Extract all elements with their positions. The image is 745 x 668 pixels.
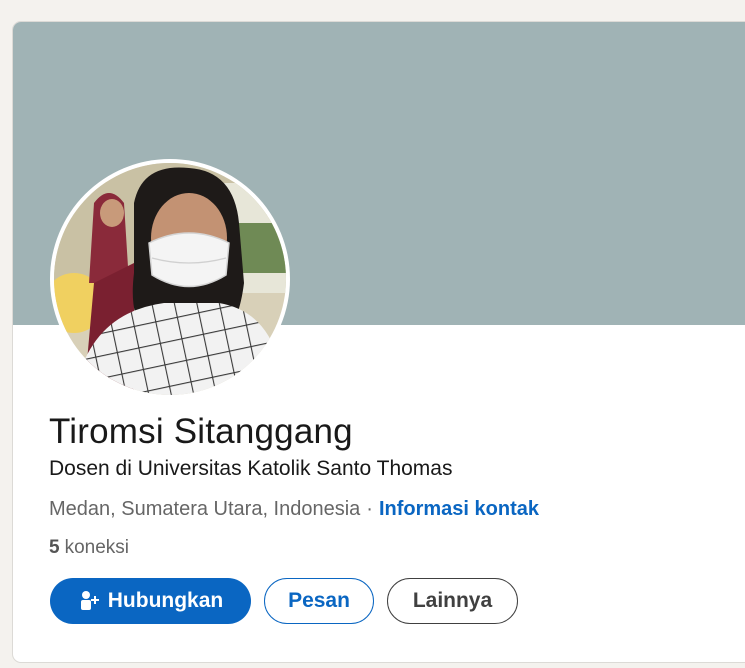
profile-location-line: Medan, Sumatera Utara, Indonesia · Informa… — [49, 498, 539, 521]
separator-dot: · — [366, 498, 373, 520]
person-add-icon — [78, 590, 100, 612]
message-button-label: Pesan — [288, 589, 350, 612]
connections-label: koneksi — [64, 537, 129, 558]
more-button-label: Lainnya — [412, 589, 493, 612]
profile-card: Tiromsi Sitanggang Dosen di Universitas … — [12, 21, 745, 663]
profile-headline: Dosen di Universitas Katolik Santo Thoma… — [49, 457, 453, 480]
connect-button-label: Hubungkan — [107, 589, 224, 612]
profile-photo[interactable] — [54, 163, 286, 395]
profile-name: Tiromsi Sitanggang — [49, 412, 353, 451]
connections-number: 5 — [49, 537, 60, 558]
connect-button[interactable]: Hubungkan — [50, 578, 251, 624]
profile-location: Medan, Sumatera Utara, Indonesia — [49, 498, 361, 520]
connections-count[interactable]: 5 koneksi — [49, 537, 129, 559]
message-button[interactable]: Pesan — [264, 578, 374, 624]
contact-info-link[interactable]: Informasi kontak — [379, 498, 539, 520]
profile-photo-frame[interactable] — [50, 159, 290, 399]
more-button[interactable]: Lainnya — [387, 578, 518, 624]
